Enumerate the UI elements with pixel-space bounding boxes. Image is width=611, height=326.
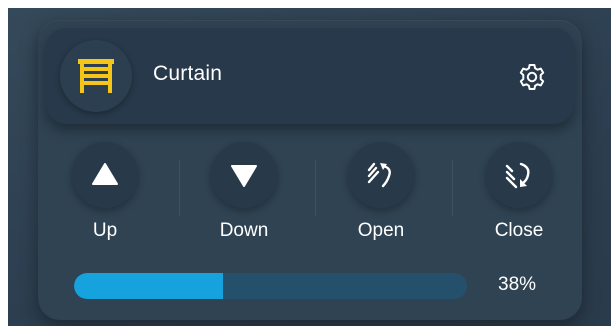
device-icon-badge[interactable]	[60, 40, 132, 112]
open-button-circle[interactable]	[348, 142, 414, 208]
position-slider[interactable]	[74, 273, 467, 299]
gear-icon	[519, 64, 545, 90]
curtain-card: Curtain Up Down Open Close 38%	[38, 20, 582, 320]
curtain-icon	[78, 59, 114, 93]
open-button-label: Open	[357, 220, 405, 241]
down-button[interactable]: Down	[204, 142, 284, 252]
triangle-down-icon	[231, 165, 257, 187]
settings-button[interactable]	[517, 62, 547, 92]
divider	[315, 160, 316, 216]
control-row: Up Down Open Close	[38, 142, 582, 252]
device-title: Curtain	[153, 62, 223, 85]
close-button-circle[interactable]	[486, 142, 552, 208]
down-button-label: Down	[219, 220, 269, 241]
close-button-label: Close	[494, 220, 544, 241]
up-button-label: Up	[92, 220, 118, 241]
close-icon	[505, 162, 530, 189]
screen-background: Curtain Up Down Open Close 38%	[8, 8, 611, 326]
card-header: Curtain	[46, 28, 574, 124]
up-button-circle[interactable]	[72, 142, 138, 208]
position-slider-fill	[74, 273, 224, 299]
divider	[452, 160, 453, 216]
close-button[interactable]: Close	[479, 142, 559, 252]
triangle-up-icon	[92, 163, 118, 185]
divider	[179, 160, 180, 216]
open-icon	[367, 162, 391, 188]
position-percentage: 38%	[498, 274, 537, 295]
open-button[interactable]: Open	[341, 142, 421, 252]
down-button-circle[interactable]	[211, 142, 277, 208]
up-button[interactable]: Up	[65, 142, 145, 252]
